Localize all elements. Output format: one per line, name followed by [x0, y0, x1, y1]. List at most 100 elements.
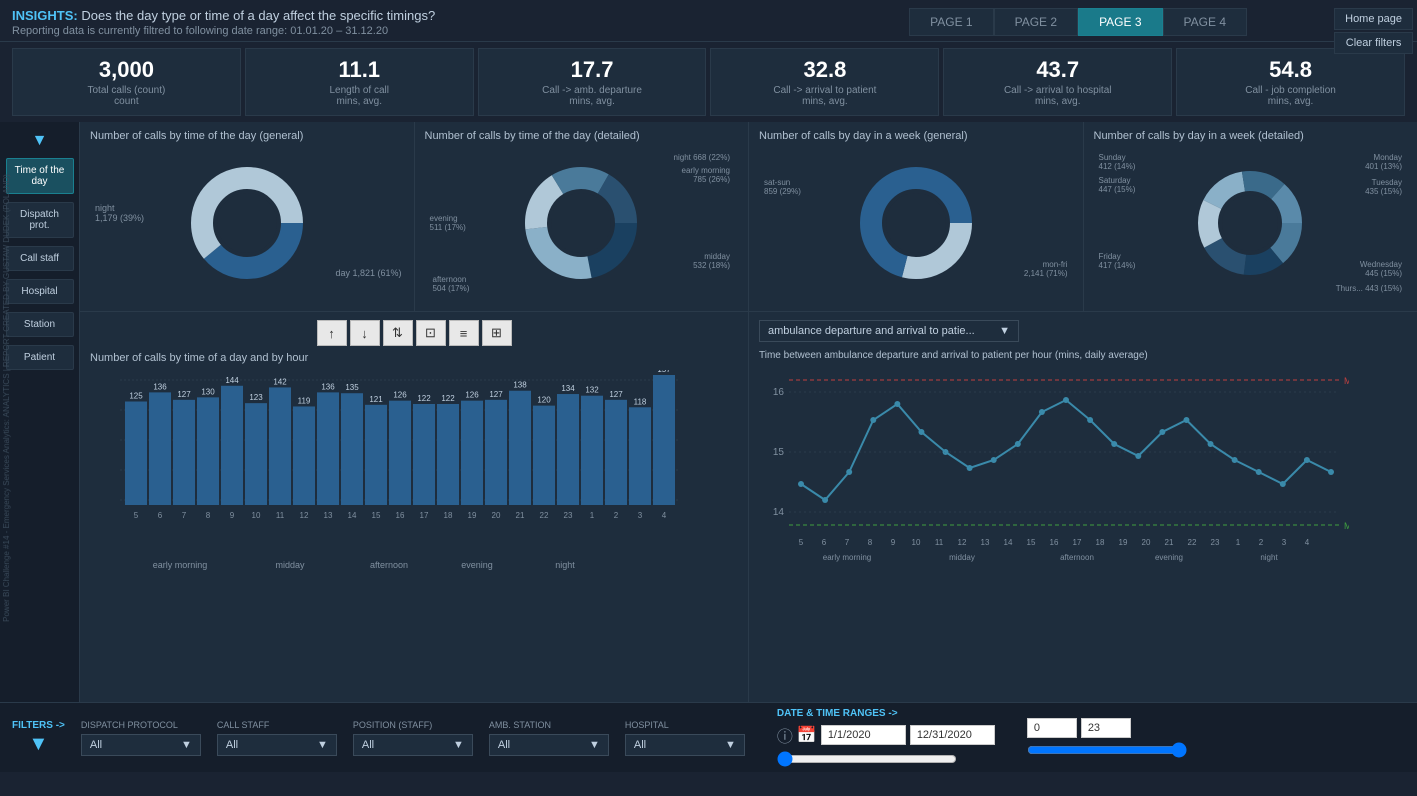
svg-text:10: 10 [912, 538, 921, 547]
kpi-length-call-sublabel: mins, avg. [258, 96, 461, 107]
bar-12[interactable] [293, 406, 315, 505]
bar-hour-14: 14 [348, 511, 357, 520]
donut4-thursday-label: Thurs... 443 (15%) [1336, 284, 1402, 293]
filter-funnel-icon[interactable]: ▼ [29, 733, 49, 756]
callstaff-filter-select[interactable]: All ▼ [217, 734, 337, 756]
date-to-input[interactable] [910, 725, 995, 745]
sidebar-item-time-of-day[interactable]: Time of the day [6, 158, 74, 194]
svg-text:evening: evening [1155, 553, 1183, 562]
svg-text:Max: 16.3: Max: 16.3 [1344, 376, 1349, 386]
position-filter-group: POSITION (STAFF) All ▼ [353, 720, 473, 756]
side-buttons: Home page Clear filters [1334, 8, 1413, 54]
line-chart-dropdown[interactable]: ambulance departure and arrival to patie… [759, 320, 1019, 342]
tab-page4[interactable]: PAGE 4 [1163, 8, 1247, 36]
bar-hour-21: 21 [516, 511, 525, 520]
svg-text:17: 17 [1073, 538, 1082, 547]
svg-text:14: 14 [773, 507, 785, 518]
svg-text:20: 20 [1142, 538, 1151, 547]
dispatch-filter-value: All [90, 739, 102, 751]
bar-5[interactable] [125, 401, 147, 505]
toolbar-btn-down[interactable]: ↓ [350, 320, 380, 346]
sidebar-item-station[interactable]: Station [6, 312, 74, 337]
bar-6[interactable] [149, 392, 171, 505]
svg-text:14: 14 [1004, 538, 1013, 547]
date-from-input[interactable] [821, 725, 906, 745]
bar-label-8: 130 [201, 387, 215, 396]
bar-chart-title: Number of calls by time of a day and by … [90, 352, 738, 364]
calendar-icon[interactable]: 📅 [797, 725, 817, 745]
bar-4[interactable] [653, 375, 675, 505]
charts-area: Number of calls by time of the day (gene… [80, 122, 1417, 702]
bar-chart-svg: 1255136612771308144912310142111191213613… [90, 370, 680, 555]
bar-18[interactable] [437, 404, 459, 505]
bar-21[interactable] [509, 391, 531, 505]
date-range-section: DATE & TIME RANGES -> ⓘ 📅 [777, 708, 995, 767]
hospital-filter-select[interactable]: All ▼ [625, 734, 745, 756]
toolbar-btn-list[interactable]: ≡ [449, 320, 479, 346]
sidebar-chevron[interactable]: ▼ [32, 132, 48, 150]
bar-8[interactable] [197, 397, 219, 505]
toolbar-btn-grid[interactable]: ⊡ [416, 320, 446, 346]
tab-page2[interactable]: PAGE 2 [994, 8, 1078, 36]
bar-label-12: 119 [298, 396, 311, 405]
bar-22[interactable] [533, 406, 555, 505]
dispatch-filter-select[interactable]: All ▼ [81, 734, 201, 756]
kpi-arrival-hospital-label: Call -> arrival to hospital [956, 85, 1159, 96]
sidebar-item-dispatch[interactable]: Dispatch prot. [6, 202, 74, 238]
bar-13[interactable] [317, 392, 339, 505]
ambstation-filter-select[interactable]: All ▼ [489, 734, 609, 756]
toolbar-btn-up[interactable]: ↑ [317, 320, 347, 346]
bar-20[interactable] [485, 400, 507, 505]
kpi-arrival-hospital-sublabel: mins, avg. [956, 96, 1159, 107]
bar-10[interactable] [245, 403, 267, 505]
donut4-wednesday-label: Wednesday445 (15%) [1360, 260, 1402, 278]
svg-text:23: 23 [1211, 538, 1220, 547]
line-chart-panel: ambulance departure and arrival to patie… [749, 312, 1417, 702]
toolbar-btn-expand[interactable]: ⊞ [482, 320, 512, 346]
home-page-button[interactable]: Home page [1334, 8, 1413, 30]
svg-text:16: 16 [773, 387, 785, 398]
bar-hour-20: 20 [492, 511, 501, 520]
sidebar-item-hospital[interactable]: Hospital [6, 279, 74, 304]
time-range-slider[interactable] [1027, 742, 1187, 758]
info-icon[interactable]: ⓘ [777, 723, 793, 747]
callstaff-filter-value: All [226, 739, 238, 751]
line-chart-title: Time between ambulance departure and arr… [759, 350, 1407, 361]
bar-3[interactable] [629, 407, 651, 505]
insights-question: Does the day type or time of a day affec… [81, 8, 435, 23]
kpi-job-completion: 54.8 Call - job completion mins, avg. [1176, 48, 1405, 116]
bar-hour-5: 5 [134, 511, 139, 520]
chart4-title: Number of calls by day in a week (detail… [1094, 130, 1408, 142]
bar-label-9: 144 [225, 376, 239, 385]
time-range-controls [1027, 718, 1187, 738]
bar-23[interactable] [557, 394, 579, 505]
donut1-container: night1,179 (39%) day 1,821 (61%) [90, 148, 404, 298]
insights-title: INSIGHTS: Does the day type or time of a… [12, 8, 1017, 23]
callstaff-filter-group: CALL STAFF All ▼ [217, 720, 337, 756]
time-to-input[interactable] [1081, 718, 1131, 738]
bar-7[interactable] [173, 400, 195, 505]
svg-text:9: 9 [891, 538, 896, 547]
tab-page3[interactable]: PAGE 3 [1078, 8, 1162, 36]
dispatch-chevron-icon: ▼ [181, 739, 192, 751]
period-night: night [521, 560, 609, 570]
date-range-slider[interactable] [777, 751, 957, 767]
position-filter-select[interactable]: All ▼ [353, 734, 473, 756]
time-from-input[interactable] [1027, 718, 1077, 738]
bar-2[interactable] [605, 400, 627, 505]
bar-11[interactable] [269, 387, 291, 505]
bar-16[interactable] [389, 401, 411, 505]
bar-17[interactable] [413, 404, 435, 505]
bar-19[interactable] [461, 401, 483, 505]
svg-text:5: 5 [799, 538, 804, 547]
bar-hour-17: 17 [420, 511, 429, 520]
bar-15[interactable] [365, 405, 387, 505]
sidebar-item-patient[interactable]: Patient [6, 345, 74, 370]
bar-9[interactable] [221, 386, 243, 505]
sidebar-item-call-staff[interactable]: Call staff [6, 246, 74, 271]
clear-filters-button[interactable]: Clear filters [1334, 32, 1413, 54]
bar-1[interactable] [581, 396, 603, 505]
toolbar-btn-sort[interactable]: ⇅ [383, 320, 413, 346]
tab-page1[interactable]: PAGE 1 [909, 8, 993, 36]
bar-14[interactable] [341, 393, 363, 505]
